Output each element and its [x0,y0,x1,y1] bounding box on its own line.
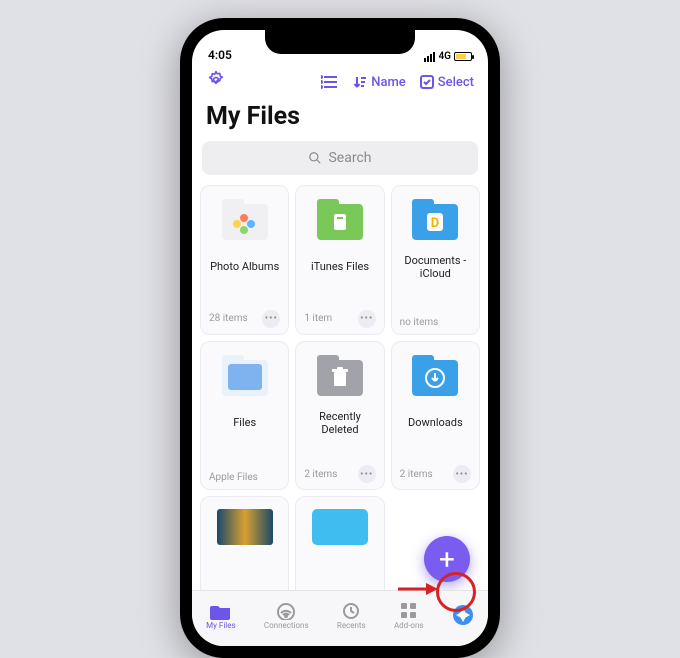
folder-label: Documents - iCloud [400,254,471,280]
tab-bar: My Files Connections Recents Add-ons [192,590,488,646]
sort-icon [353,75,367,89]
list-icon [321,75,339,89]
sort-label: Name [371,75,406,90]
signal-icon [424,52,435,62]
tab-connections[interactable]: Connections [264,602,309,630]
tab-recents[interactable]: Recents [337,602,366,630]
top-toolbar: Name Select [192,64,488,98]
gear-icon [206,70,226,90]
folder-meta: 2 items [304,469,337,480]
folder-meta: 1 item [304,313,332,324]
phone-frame: 4:05 4G Name Sel [180,18,500,658]
view-mode-button[interactable] [321,75,339,89]
more-button[interactable]: ••• [358,465,376,483]
folder-meta: no items [400,317,439,328]
select-button[interactable]: Select [420,75,474,90]
folder-label: Files [233,410,256,436]
folder-icon [317,204,363,240]
check-icon [420,75,434,89]
folder-icon [210,602,232,620]
sort-button[interactable]: Name [353,75,406,90]
folder-icon [317,360,363,396]
folder-meta: Apple Files [209,472,258,483]
settings-button[interactable] [206,70,226,94]
folder-icon [412,360,458,396]
tab-label: Add-ons [394,621,424,630]
folder-itunes-files[interactable]: iTunes Files 1 item ••• [295,185,384,335]
search-icon [308,151,322,165]
folder-icon [222,204,268,240]
tab-label: Recents [337,621,366,630]
clock-icon [340,602,362,620]
more-button[interactable]: ••• [358,310,376,328]
folder-documents-icloud[interactable]: D Documents - iCloud no items [391,185,480,335]
tab-label: My Files [206,621,235,630]
select-label: Select [438,75,474,90]
more-button[interactable]: ••• [453,465,471,483]
folder-meta: 28 items [209,313,248,324]
plus-icon: + [439,543,455,576]
more-button[interactable]: ••• [262,310,280,328]
tab-label: Connections [264,621,309,630]
tab-browser[interactable] [452,606,474,625]
compass-icon [452,606,474,624]
folder-photo-albums[interactable]: Photo Albums 28 items ••• [200,185,289,335]
folder-label: Recently Deleted [304,410,375,436]
folder-label: Photo Albums [210,254,279,280]
screen: 4:05 4G Name Sel [192,30,488,646]
search-input[interactable]: Search [202,141,478,175]
file-thumbnail [312,509,368,545]
folder-files[interactable]: Files Apple Files [200,341,289,491]
folder-downloads[interactable]: Downloads 2 items ••• [391,341,480,491]
tab-add-ons[interactable]: Add-ons [394,602,424,630]
network-label: 4G [438,51,451,62]
battery-icon [454,52,472,61]
status-time: 4:05 [208,48,232,62]
tab-my-files[interactable]: My Files [206,602,235,630]
notch [265,30,415,54]
search-placeholder: Search [328,150,371,166]
folder-icon: D [412,204,458,240]
grid-icon [398,602,420,620]
file-thumbnail [217,509,273,545]
folder-icon [222,360,268,396]
add-button[interactable]: + [424,536,470,582]
folder-label: Downloads [408,410,463,436]
folder-meta: 2 items [400,469,433,480]
page-title: My Files [192,98,488,141]
folder-label: iTunes Files [311,254,369,280]
svg-text:D: D [431,216,439,231]
wifi-icon [275,602,297,620]
folder-recently-deleted[interactable]: Recently Deleted 2 items ••• [295,341,384,491]
